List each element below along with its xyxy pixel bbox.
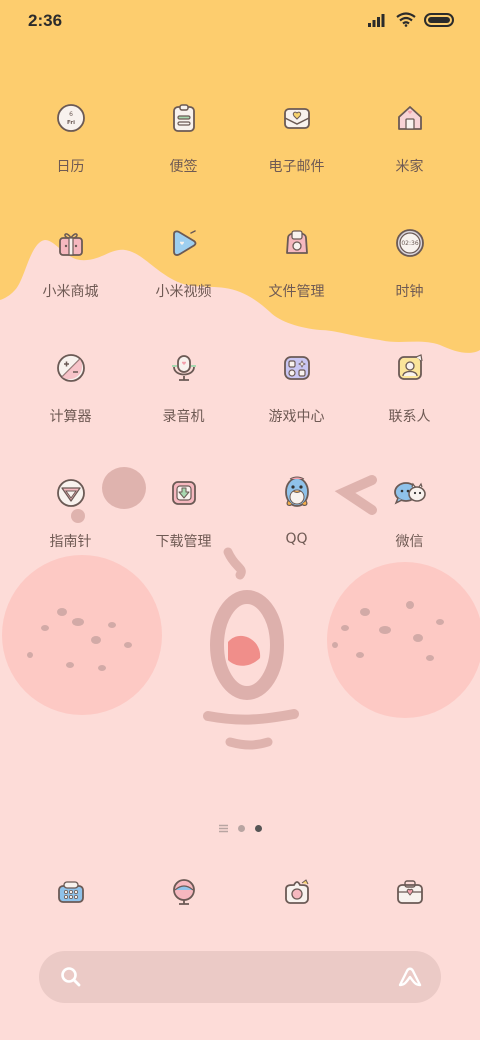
status-time: 2:36 <box>28 11 63 30</box>
app-label: 小米视频 <box>155 284 212 300</box>
gift-icon <box>58 233 83 256</box>
app-compass[interactable]: 指南针 <box>14 463 127 588</box>
files-icon <box>285 230 308 254</box>
app-label: 微信 <box>395 534 424 550</box>
dock-messages[interactable] <box>127 862 240 922</box>
app-mi-store[interactable]: 小米商城 <box>14 213 127 338</box>
app-recorder[interactable]: 录音机 <box>127 338 240 463</box>
app-grid: 6 Fri 日历 便签 电子邮件 米家 小米商城 小米视频 文件管理 02:36… <box>0 88 480 588</box>
app-game-center[interactable]: 游戏中心 <box>240 338 353 463</box>
mail-icon <box>283 108 310 129</box>
app-file-manager[interactable]: 文件管理 <box>240 213 353 338</box>
app-label: 文件管理 <box>268 284 325 300</box>
clock-readout: 02:36 <box>401 240 418 247</box>
page-indicator[interactable] <box>0 824 480 833</box>
app-wechat[interactable]: 微信 <box>353 463 466 588</box>
battery-icon <box>424 12 454 27</box>
assistant-icon[interactable] <box>397 965 423 989</box>
app-label: 录音机 <box>162 409 205 425</box>
qq-penguin-icon <box>284 476 309 507</box>
app-mi-video[interactable]: 小米视频 <box>127 213 240 338</box>
list-page-icon[interactable] <box>218 824 228 833</box>
app-notes[interactable]: 便签 <box>127 88 240 213</box>
toolbox-icon <box>396 880 423 904</box>
camera-icon <box>284 879 309 904</box>
app-qq[interactable]: QQ <box>240 463 353 588</box>
app-calendar[interactable]: 6 Fri 日历 <box>14 88 127 213</box>
app-label: 电子邮件 <box>268 159 325 175</box>
app-label: 下载管理 <box>155 534 212 550</box>
signal-icon <box>368 13 385 27</box>
app-clock[interactable]: 02:36 时钟 <box>353 213 466 338</box>
recorder-icon <box>171 355 196 381</box>
app-label: 日历 <box>56 159 85 175</box>
app-label: 计算器 <box>49 409 92 425</box>
app-contacts[interactable]: 联系人 <box>353 338 466 463</box>
messages-icon <box>172 879 195 905</box>
dock-phone[interactable] <box>14 862 127 922</box>
app-calculator[interactable]: 计算器 <box>14 338 127 463</box>
phone-icon <box>57 881 84 903</box>
app-label: 指南针 <box>49 534 92 550</box>
home-icon <box>397 106 422 130</box>
calendar-icon: 6 Fri <box>56 104 85 132</box>
app-label: 时钟 <box>395 284 424 300</box>
calendar-date: 6 <box>69 111 73 118</box>
dock <box>14 862 466 922</box>
app-label: 游戏中心 <box>268 409 325 425</box>
video-icon <box>172 230 196 256</box>
clock-icon: 02:36 <box>395 229 424 257</box>
app-label: 小米商城 <box>42 284 99 300</box>
app-label: 联系人 <box>388 409 431 425</box>
notes-icon <box>172 104 195 132</box>
dock-camera[interactable] <box>240 862 353 922</box>
dock-toolbox[interactable] <box>353 862 466 922</box>
search-icon[interactable] <box>59 965 83 989</box>
app-downloads[interactable]: 下载管理 <box>127 463 240 588</box>
app-label: 米家 <box>395 159 424 175</box>
app-mijia[interactable]: 米家 <box>353 88 466 213</box>
contacts-icon <box>397 354 423 380</box>
page-dot[interactable] <box>237 825 245 832</box>
page-dot-current[interactable] <box>254 825 262 832</box>
calendar-day: Fri <box>66 120 74 126</box>
status-bar: 2:36 <box>0 0 480 44</box>
wifi-icon <box>396 12 416 27</box>
compass-icon <box>56 479 85 507</box>
search-bar[interactable] <box>39 951 441 1003</box>
app-mail[interactable]: 电子邮件 <box>240 88 353 213</box>
wechat-icon <box>393 482 426 505</box>
download-icon <box>171 481 196 505</box>
gamepad-icon <box>283 356 310 380</box>
app-label: QQ <box>285 531 308 547</box>
calculator-icon <box>56 354 85 382</box>
app-label: 便签 <box>169 159 198 175</box>
